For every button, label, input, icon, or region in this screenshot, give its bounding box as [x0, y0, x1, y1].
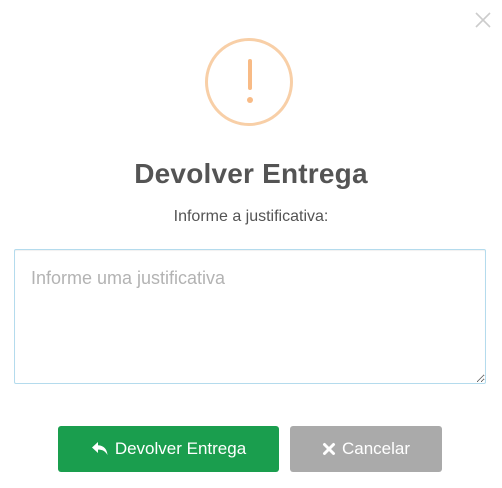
dialog-title: Devolver Entrega: [134, 158, 368, 189]
close-icon: [475, 12, 491, 28]
cancel-label: Cancelar: [341, 439, 411, 458]
return-delivery-dialog: Devolver Entrega Informe a justificativa…: [0, 0, 502, 488]
return-delivery-button[interactable]: Devolver Entrega: [58, 426, 279, 472]
dialog-subtitle: Informe a justificativa:: [173, 208, 329, 225]
cancel-button[interactable]: Cancelar: [290, 426, 442, 472]
exclamation-bar: [248, 59, 252, 90]
exclamation-dot: [247, 97, 253, 103]
exclamation-circle-icon: [205, 38, 293, 126]
reply-icon: [91, 442, 108, 455]
justification-input[interactable]: [14, 249, 486, 384]
close-button[interactable]: [473, 10, 493, 30]
return-delivery-label: Devolver Entrega: [114, 439, 247, 458]
times-icon: [322, 443, 335, 455]
